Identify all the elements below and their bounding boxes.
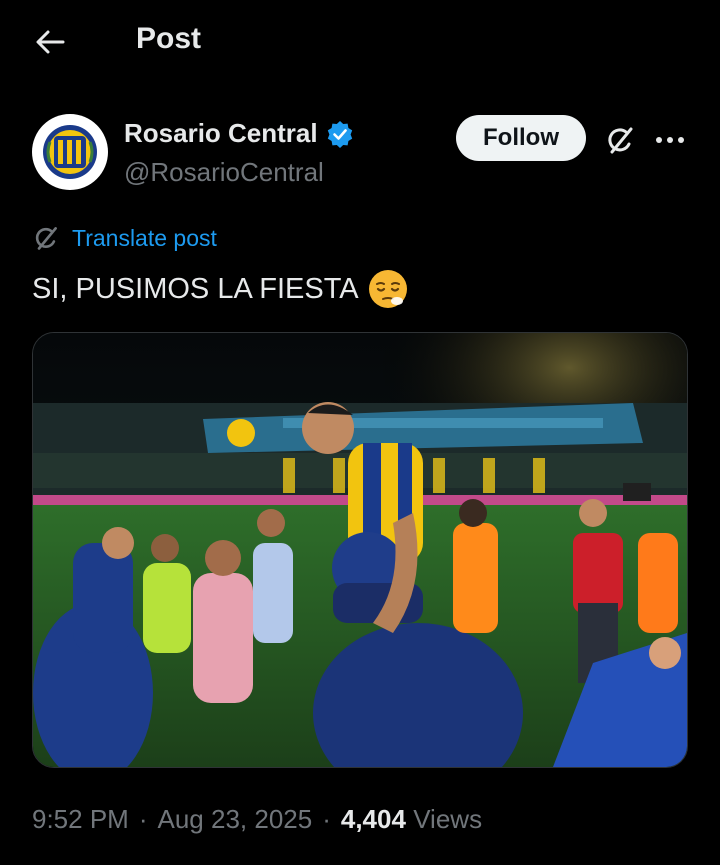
post-date[interactable]: Aug 23, 2025 (158, 804, 313, 835)
post-page: Post Rosario Central @RosarioCentral Fol… (0, 0, 720, 865)
views-label[interactable]: Views (413, 804, 482, 834)
post-body: SI, PUSIMOS LA FIESTA (32, 272, 359, 305)
meta-separator: · (322, 804, 331, 834)
arrow-left-icon (36, 30, 65, 54)
relieved-face-emoji (367, 268, 409, 310)
page-title: Post (136, 22, 202, 55)
author-name-row[interactable]: Rosario Central (124, 118, 354, 149)
more-options-button[interactable] (650, 120, 690, 160)
post-media-image[interactable] (32, 332, 688, 768)
post-time[interactable]: 9:52 PM (32, 804, 129, 835)
verified-badge-icon (327, 120, 352, 148)
stadium-photo (33, 333, 687, 767)
more-dots-icon (656, 137, 684, 143)
grok-icon (608, 127, 633, 154)
top-bar: Post (0, 0, 720, 84)
grok-button[interactable] (600, 120, 640, 160)
back-button[interactable] (30, 24, 70, 60)
translate-post-link[interactable]: Translate post (32, 224, 217, 252)
author-handle[interactable]: @RosarioCentral (124, 157, 324, 188)
follow-button[interactable]: Follow (456, 115, 586, 161)
author-display-name[interactable]: Rosario Central (124, 118, 318, 149)
avatar[interactable] (32, 114, 108, 190)
translate-post-label[interactable]: Translate post (72, 225, 217, 252)
meta-separator: · (138, 804, 148, 834)
views-count[interactable]: 4,404 (341, 804, 406, 834)
post-meta: 9:52 PM · Aug 23, 2025 · 4,404 Views (32, 804, 482, 835)
club-crest-icon (43, 125, 97, 179)
grok-icon (35, 227, 57, 250)
post-text: SI, PUSIMOS LA FIESTA (32, 268, 409, 310)
